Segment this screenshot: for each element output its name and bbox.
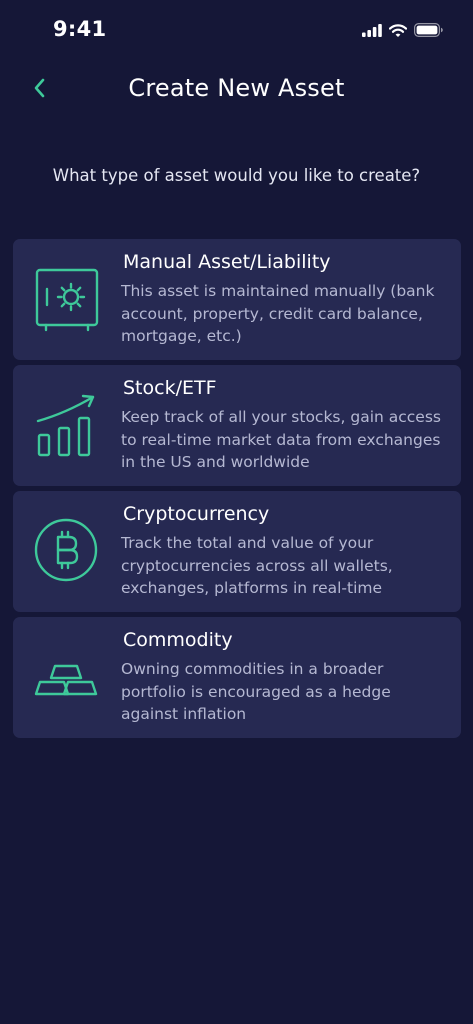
status-icons — [362, 22, 443, 41]
asset-option-title: Commodity — [123, 629, 233, 651]
gold-bars-icon — [33, 643, 103, 713]
navigation-bar: Create New Asset — [0, 62, 473, 118]
bitcoin-icon — [33, 517, 103, 587]
asset-option-title: Manual Asset/Liability — [123, 251, 331, 273]
cellular-signal-icon — [362, 22, 382, 41]
asset-type-list: Manual Asset/Liability This asset is mai… — [13, 239, 461, 743]
asset-option-stock-etf[interactable]: Stock/ETF Keep track of all your stocks,… — [13, 365, 461, 486]
asset-option-description: Owning commodities in a broader portfoli… — [121, 660, 391, 723]
safe-icon — [33, 265, 103, 335]
asset-option-cryptocurrency[interactable]: Cryptocurrency Track the total and value… — [13, 491, 461, 612]
asset-option-description: Keep track of all your stocks, gain acce… — [121, 408, 441, 471]
asset-option-description: This asset is maintained manually (bank … — [121, 282, 435, 345]
status-time: 9:41 — [53, 17, 107, 41]
asset-option-title: Cryptocurrency — [123, 503, 270, 525]
asset-option-title: Stock/ETF — [123, 377, 217, 399]
status-bar: 9:41 — [0, 0, 473, 62]
asset-option-manual[interactable]: Manual Asset/Liability This asset is mai… — [13, 239, 461, 360]
asset-type-prompt: What type of asset would you like to cre… — [52, 166, 421, 185]
asset-option-description: Track the total and value of your crypto… — [121, 534, 393, 597]
battery-icon — [414, 22, 443, 41]
wifi-icon — [388, 22, 408, 41]
asset-option-commodity[interactable]: Commodity Owning commodities in a broade… — [13, 617, 461, 738]
page-title: Create New Asset — [128, 74, 345, 102]
growth-chart-icon — [33, 391, 103, 461]
